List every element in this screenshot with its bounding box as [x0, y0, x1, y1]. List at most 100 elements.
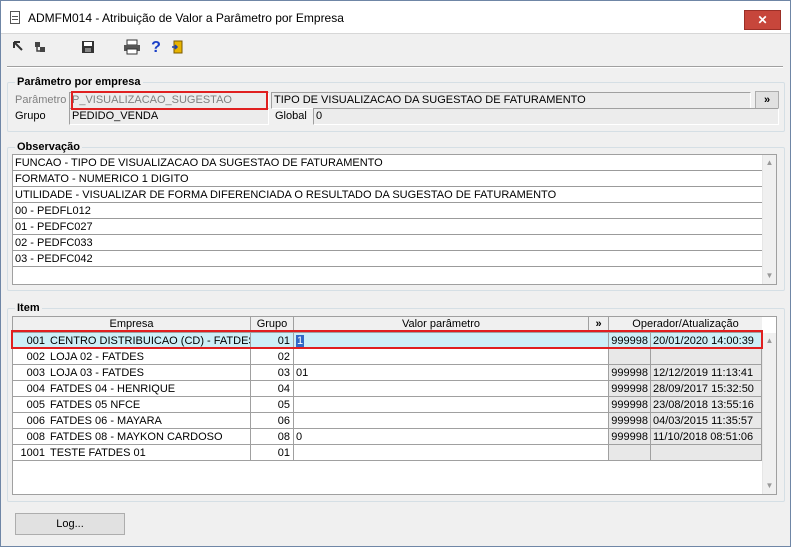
cell-grupo: 01 — [251, 333, 294, 349]
scroll-down-icon[interactable]: ▼ — [763, 270, 776, 282]
cell-data: 28/09/2017 15:32:50 — [651, 381, 762, 397]
cell-data: 11/10/2018 08:51:06 — [651, 429, 762, 445]
arrow-tree-icon[interactable] — [31, 39, 49, 57]
table-row[interactable]: 002 LOJA 02 - FATDES 02 — [13, 349, 762, 365]
cell-data — [651, 445, 762, 461]
cell-grupo: 04 — [251, 381, 294, 397]
observacao-line: 00 - PEDFL012 — [13, 203, 762, 219]
item-title: Item — [15, 302, 42, 314]
header-operador[interactable]: Operador/Atualização — [609, 317, 762, 332]
cell-operador: 999998 — [609, 397, 651, 413]
header-expand-button[interactable]: » — [589, 317, 609, 332]
observacao-line: 01 - PEDFC027 — [13, 219, 762, 235]
observacao-line: 03 - PEDFC042 — [13, 251, 762, 267]
cell-grupo: 08 — [251, 429, 294, 445]
cell-code: 003 — [13, 365, 48, 381]
cell-operador: 999998 — [609, 429, 651, 445]
table-row[interactable]: 006 FATDES 06 - MAYARA 06 999998 04/03/2015 … — [13, 413, 762, 429]
grupo-field: PEDIDO_VENDA — [69, 108, 269, 125]
cell-grupo: 06 — [251, 413, 294, 429]
cell-valor[interactable] — [294, 397, 609, 413]
cell-operador: 999998 — [609, 333, 651, 349]
table-row[interactable]: 004 FATDES 04 - HENRIQUE 04 999998 28/09/201… — [13, 381, 762, 397]
cell-data: 04/03/2015 11:35:57 — [651, 413, 762, 429]
cell-empresa: LOJA 02 - FATDES — [48, 349, 251, 365]
header-grupo[interactable]: Grupo — [251, 317, 294, 332]
cell-grupo: 02 — [251, 349, 294, 365]
cell-code: 001 — [13, 333, 48, 349]
cell-valor[interactable]: 0 — [294, 429, 609, 445]
close-button[interactable]: ✕ — [744, 10, 781, 30]
cell-valor[interactable] — [294, 445, 609, 461]
header-valor[interactable]: Valor parâmetro — [294, 317, 589, 332]
observacao-scrollbar[interactable]: ▲ ▼ — [762, 155, 776, 284]
selected-value-text[interactable]: 1 — [296, 335, 305, 347]
table-row[interactable]: 008 FATDES 08 - MAYKON CARDOSO 08 0 999998 11… — [13, 429, 762, 445]
cell-operador: 999998 — [609, 413, 651, 429]
global-label: Global — [275, 110, 307, 122]
scroll-down-icon[interactable]: ▼ — [763, 480, 776, 492]
cell-valor[interactable]: 01 — [294, 365, 609, 381]
parametro-field[interactable]: P_VISUALIZACAO_SUGESTAO — [69, 92, 269, 109]
log-button[interactable]: Log... — [15, 513, 125, 535]
global-field: 0 — [313, 108, 779, 125]
cell-valor[interactable] — [294, 349, 609, 365]
help-icon[interactable]: ? — [147, 39, 165, 57]
param-section-title: Parâmetro por empresa — [15, 76, 143, 88]
app-window: ADMFM014 - Atribuição de Valor a Parâmet… — [0, 0, 791, 547]
exit-door-icon[interactable] — [169, 39, 187, 57]
parametro-label: Parâmetro — [15, 94, 67, 106]
cell-data: 23/08/2018 13:55:16 — [651, 397, 762, 413]
table-row[interactable]: 1001 TESTE FATDES 01 01 — [13, 445, 762, 461]
cell-empresa: CENTRO DISTRIBUICAO (CD) - FATDES — [48, 333, 251, 349]
parametro-lookup-button[interactable]: » — [755, 91, 779, 109]
grid-scrollbar[interactable]: ▲ ▼ — [762, 333, 776, 494]
cell-empresa: FATDES 05 NFCE — [48, 397, 251, 413]
print-icon[interactable] — [123, 39, 141, 57]
cell-operador — [609, 445, 651, 461]
toolbar: ? — [1, 34, 790, 62]
save-icon[interactable] — [79, 39, 97, 57]
cell-code: 004 — [13, 381, 48, 397]
document-icon — [10, 11, 20, 24]
cell-grupo: 01 — [251, 445, 294, 461]
grupo-label: Grupo — [15, 110, 46, 122]
observacao-line: FORMATO - NUMERICO 1 DIGITO — [13, 171, 762, 187]
table-row[interactable]: 001 CENTRO DISTRIBUICAO (CD) - FATDES 01 1 9… — [13, 333, 762, 349]
title-bar: ADMFM014 - Atribuição de Valor a Parâmet… — [1, 1, 790, 34]
arrow-in-icon[interactable] — [9, 39, 27, 57]
cell-empresa: FATDES 06 - MAYARA — [48, 413, 251, 429]
cell-data: 20/01/2020 14:00:39 — [651, 333, 762, 349]
observacao-title: Observação — [15, 141, 82, 153]
cell-empresa: FATDES 08 - MAYKON CARDOSO — [48, 429, 251, 445]
cell-data: 12/12/2019 11:13:41 — [651, 365, 762, 381]
cell-grupo: 03 — [251, 365, 294, 381]
observacao-line: UTILIDADE - VISUALIZAR DE FORMA DIFERENC… — [13, 187, 762, 203]
separator — [7, 66, 783, 68]
cell-code: 008 — [13, 429, 48, 445]
parametro-description-field: TIPO DE VISUALIZACAO DA SUGESTAO DE FATU… — [271, 92, 751, 109]
cell-operador — [609, 349, 651, 365]
cell-code: 006 — [13, 413, 48, 429]
cell-grupo: 05 — [251, 397, 294, 413]
observacao-line: 02 - PEDFC033 — [13, 235, 762, 251]
scroll-up-icon[interactable]: ▲ — [763, 157, 776, 169]
cell-empresa: TESTE FATDES 01 — [48, 445, 251, 461]
window-title: ADMFM014 - Atribuição de Valor a Parâmet… — [28, 11, 344, 25]
header-empresa[interactable]: Empresa — [13, 317, 251, 332]
cell-operador: 999998 — [609, 365, 651, 381]
cell-operador: 999998 — [609, 381, 651, 397]
table-row[interactable]: 005 FATDES 05 NFCE 05 999998 23/08/2018 13:5… — [13, 397, 762, 413]
observacao-memo[interactable]: FUNCAO - TIPO DE VISUALIZACAO DA SUGESTA… — [12, 154, 777, 285]
cell-valor[interactable] — [294, 381, 609, 397]
cell-code: 002 — [13, 349, 48, 365]
cell-code: 1001 — [13, 445, 48, 461]
cell-valor[interactable]: 1 — [294, 333, 609, 349]
cell-empresa: FATDES 04 - HENRIQUE — [48, 381, 251, 397]
table-row[interactable]: 003 LOJA 03 - FATDES 03 01 999998 12/12/2019 … — [13, 365, 762, 381]
grid-header: Empresa Grupo Valor parâmetro » Operador… — [13, 317, 762, 333]
cell-valor[interactable] — [294, 413, 609, 429]
scroll-up-icon[interactable]: ▲ — [763, 335, 776, 347]
item-grid[interactable]: Empresa Grupo Valor parâmetro » Operador… — [12, 316, 777, 495]
cell-empresa: LOJA 03 - FATDES — [48, 365, 251, 381]
